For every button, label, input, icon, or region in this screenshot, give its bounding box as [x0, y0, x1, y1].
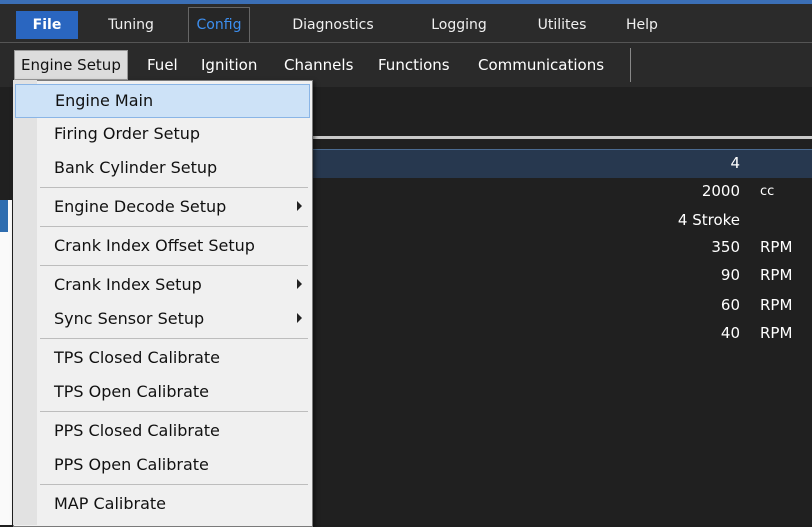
submenu-arrow-icon — [297, 313, 302, 323]
tab-logging[interactable]: Logging — [420, 11, 498, 39]
table-row-unit: RPM — [760, 266, 793, 284]
menu-fuel[interactable]: Fuel — [147, 51, 178, 79]
menu-item-label: PPS Open Calibrate — [54, 455, 209, 474]
table-row-value: 4 — [730, 154, 740, 172]
left-panel-edge — [0, 200, 12, 525]
menu-separator — [40, 187, 308, 188]
table-row-value: 40 — [720, 324, 740, 342]
tab-tuning[interactable]: Tuning — [92, 11, 170, 39]
menu-item-label: Engine Main — [55, 91, 154, 110]
menu-item-label: Engine Decode Setup — [54, 197, 227, 216]
tab-diagnostics[interactable]: Diagnostics — [284, 11, 382, 39]
menu-channels[interactable]: Channels — [284, 51, 353, 79]
menu-item-label: Crank Index Setup — [54, 275, 202, 294]
menu-separator — [40, 265, 308, 266]
menu-item-engine-main[interactable]: Engine Main — [15, 84, 310, 118]
menu-item-label: Firing Order Setup — [54, 124, 201, 143]
menu-item-label: Crank Index Offset Setup — [54, 236, 255, 255]
tab-file[interactable]: File — [16, 11, 78, 39]
menu-communications[interactable]: Communications — [478, 51, 604, 79]
submenu-arrow-icon — [297, 279, 302, 289]
menu-separator — [40, 226, 308, 227]
table-row-unit: RPM — [760, 238, 793, 256]
menu-item-firing-order-setup[interactable]: Firing Order Setup — [14, 118, 310, 150]
tab-utilites[interactable]: Utilites — [530, 11, 594, 39]
table-row-value: 350 — [711, 238, 740, 256]
menu-item-crank-index-setup[interactable]: Crank Index Setup — [14, 269, 310, 301]
table-row-value: 2000 — [701, 182, 740, 200]
menu-item-tps-open-calibrate[interactable]: TPS Open Calibrate — [14, 376, 310, 408]
menu-item-label: Bank Cylinder Setup — [54, 158, 218, 177]
menu-item-bank-cylinder-setup[interactable]: Bank Cylinder Setup — [14, 152, 310, 184]
menu-ignition[interactable]: Ignition — [201, 51, 257, 79]
menu-functions[interactable]: Functions — [378, 51, 450, 79]
menu-item-label: TPS Closed Calibrate — [54, 348, 221, 367]
menu-item-sync-sensor-setup[interactable]: Sync Sensor Setup — [14, 303, 310, 335]
menu-item-engine-decode-setup[interactable]: Engine Decode Setup — [14, 191, 310, 223]
table-row-value: 60 — [720, 296, 740, 314]
menu-separator — [40, 411, 308, 412]
menu-item-label: TPS Open Calibrate — [54, 382, 210, 401]
table-row-unit: RPM — [760, 296, 793, 314]
menu-item-label: Sync Sensor Setup — [54, 309, 205, 328]
table-row-unit: cc — [760, 184, 775, 199]
menu-item-label: PPS Closed Calibrate — [54, 421, 220, 440]
menu-item-crank-index-offset-setup[interactable]: Crank Index Offset Setup — [14, 230, 310, 262]
menu-separator — [40, 338, 308, 339]
left-panel-accent — [0, 200, 8, 232]
menu-separator — [630, 48, 631, 82]
menu-item-pps-open-calibrate[interactable]: PPS Open Calibrate — [14, 449, 310, 481]
ribbon-tab-bar: File Tuning Config Diagnostics Logging U… — [0, 4, 812, 43]
menu-item-pps-closed-calibrate[interactable]: PPS Closed Calibrate — [14, 415, 310, 447]
tab-help[interactable]: Help — [620, 11, 664, 39]
submenu-arrow-icon — [297, 201, 302, 211]
table-row-value: 4 Stroke — [677, 211, 740, 229]
menu-item-label: MAP Calibrate — [54, 494, 167, 513]
table-row-value: 90 — [720, 266, 740, 284]
menu-item-map-calibrate[interactable]: MAP Calibrate — [14, 488, 310, 520]
menu-engine-setup[interactable]: Engine Setup — [14, 50, 128, 80]
menu-item-tps-closed-calibrate[interactable]: TPS Closed Calibrate — [14, 342, 310, 374]
menu-separator — [40, 484, 308, 485]
table-header-divider — [312, 136, 812, 139]
tab-config[interactable]: Config — [188, 7, 250, 42]
table-row-unit: RPM — [760, 324, 793, 342]
